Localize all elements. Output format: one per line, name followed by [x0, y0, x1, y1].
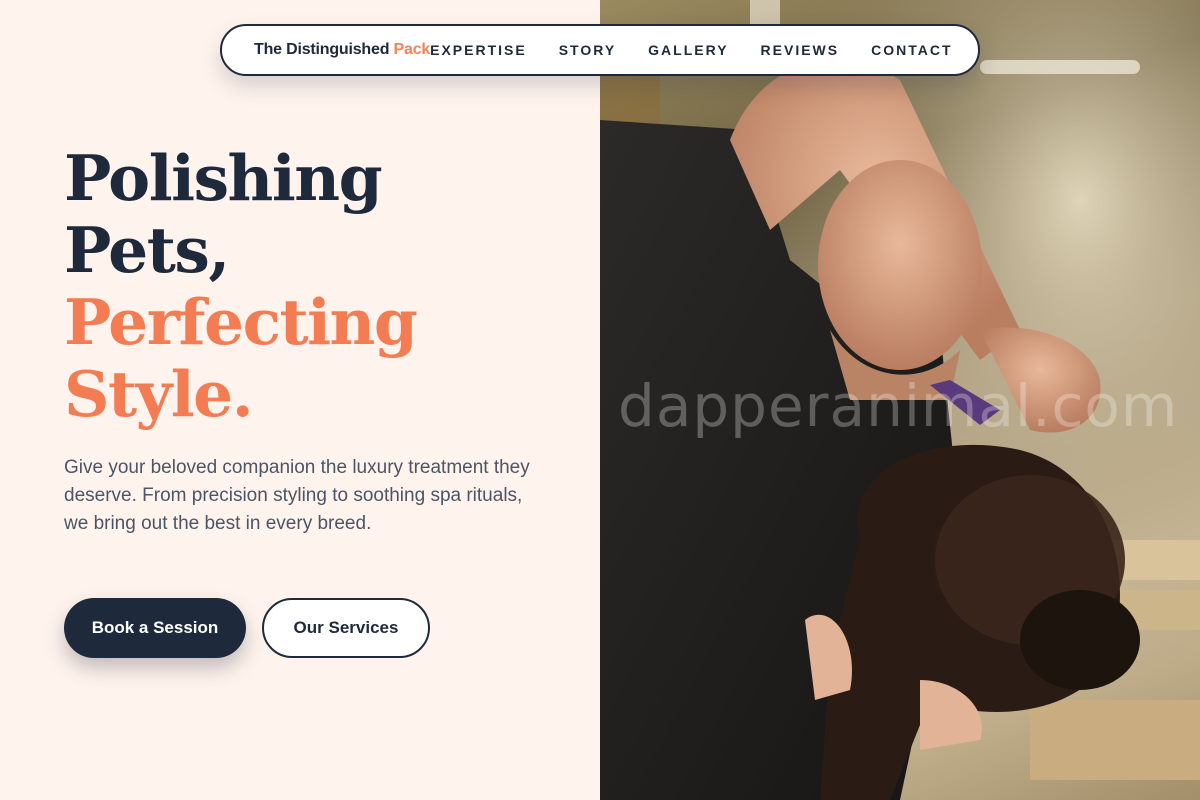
nav-link-expertise[interactable]: EXPERTISE: [430, 42, 527, 58]
brand-logo[interactable]: The Distinguished Pack: [254, 41, 430, 59]
top-navigation: The Distinguished Pack EXPERTISE STORY G…: [220, 24, 980, 76]
nav-link-reviews[interactable]: REVIEWS: [761, 42, 840, 58]
hero-title-line-1: Polishing: [64, 141, 383, 215]
hero-title-line-4: Style.: [64, 357, 254, 431]
brand-name: The Distinguished: [254, 41, 390, 58]
nav-link-contact[interactable]: CONTACT: [871, 42, 952, 58]
hero-title: Polishing Pets, Perfecting Style.: [64, 141, 418, 431]
nav-links: EXPERTISE STORY GALLERY REVIEWS CONTACT: [430, 42, 952, 58]
image-watermark: dapperanimal.com: [618, 372, 1179, 440]
brand-name-accent: Pack: [393, 41, 431, 58]
hero-description: Give your beloved companion the luxury t…: [64, 457, 530, 534]
hero-title-line-2: Pets,: [64, 213, 230, 287]
hero-title-line-3: Perfecting: [64, 285, 418, 359]
our-services-button[interactable]: Our Services: [262, 598, 430, 658]
book-session-button[interactable]: Book a Session: [64, 598, 246, 658]
nav-link-story[interactable]: STORY: [559, 42, 616, 58]
nav-link-gallery[interactable]: GALLERY: [648, 42, 728, 58]
